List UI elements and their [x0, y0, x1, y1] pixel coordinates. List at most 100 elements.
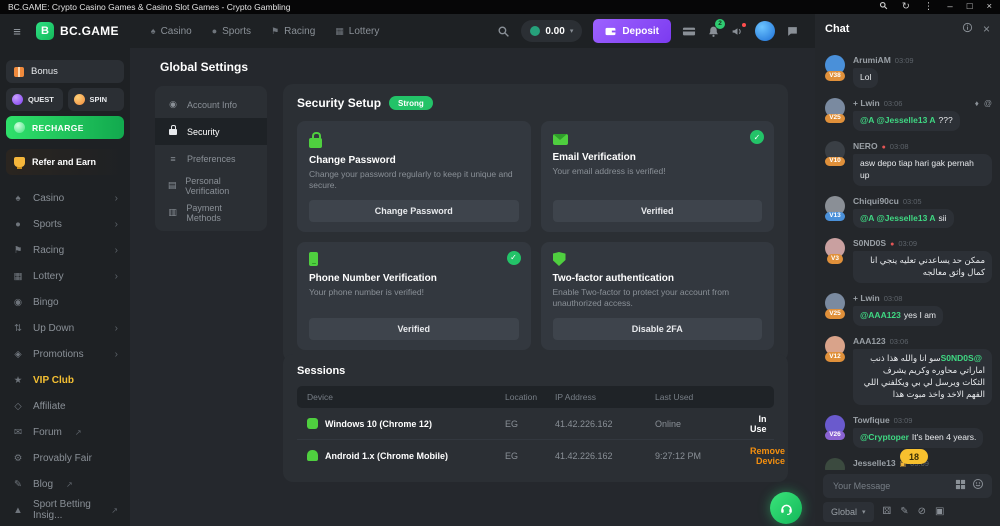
header-nav-item[interactable]: ▦ Lottery [335, 26, 379, 37]
spin-button[interactable]: SPIN [68, 88, 125, 111]
settings-item-icon: ▥ [167, 207, 178, 218]
chat-username[interactable]: + Lwin [853, 293, 880, 303]
chat-username[interactable]: + Lwin [853, 98, 880, 108]
message-hover-actions[interactable]: ♦ @ [975, 99, 992, 108]
sidebar-item-label: Racing [33, 245, 64, 256]
sidebar-item[interactable]: ✎ Blog ↗ [6, 471, 124, 497]
bonus-button[interactable]: Bonus [6, 60, 124, 83]
mention-link[interactable]: @A @Jesselle13 A [860, 213, 936, 223]
support-headset-button[interactable] [770, 492, 802, 524]
spin-icon [74, 94, 85, 105]
chat-message-input[interactable] [831, 480, 949, 492]
chat-username[interactable]: AAA123 [853, 336, 886, 346]
minimize-button[interactable]: – [947, 2, 952, 12]
session-action-link[interactable]: In Use [750, 414, 767, 434]
chat-username[interactable]: S0ND0S [853, 238, 886, 248]
page-search-icon[interactable] [879, 1, 888, 13]
settings-menu-item[interactable]: Security [155, 118, 267, 145]
chat-room-label: Global [831, 507, 857, 517]
chat-bubble: @S0ND0Sسو انا والله هذا ذنب اماراتي محاو… [853, 349, 992, 405]
trophy-icon [14, 157, 25, 167]
sidebar-item[interactable]: ♠ Casino › [6, 185, 124, 211]
sidebar-item[interactable]: ⇅ Up Down › [6, 315, 124, 341]
chat-toggle-icon[interactable] [786, 25, 799, 38]
unread-messages-badge[interactable]: 18 [900, 449, 928, 464]
chat-info-icon[interactable] [962, 20, 973, 38]
sidebar-item[interactable]: ▦ Lottery › [6, 263, 124, 289]
security-card-button[interactable]: Verified [309, 318, 519, 340]
chat-text: ??? [939, 115, 953, 125]
settings-menu-item[interactable]: ◉ Account Info [155, 91, 267, 118]
left-sidebar: Bonus QUEST SPIN RECHARGE Refer and Earn… [0, 48, 130, 526]
sidebar-item[interactable]: ◇ Affiliate [6, 393, 124, 419]
session-action-link[interactable]: Remove Device [750, 446, 785, 466]
chat-username[interactable]: NERO [853, 141, 878, 151]
user-avatar[interactable] [755, 21, 775, 41]
sidebar-item[interactable]: ◉ Bingo [6, 289, 124, 315]
security-card-description: Change your password regularly to keep i… [309, 169, 519, 192]
settings-item-icon: ≡ [167, 154, 179, 164]
settings-menu-item[interactable]: ▤ Personal Verification [155, 172, 267, 199]
chat-username[interactable]: Towfique [853, 415, 890, 425]
security-card-icon [309, 252, 318, 266]
mention-icon[interactable]: @ [984, 99, 992, 108]
refer-and-earn-button[interactable]: Refer and Earn [6, 149, 124, 175]
notifications-bell-icon[interactable]: 2 [707, 25, 720, 38]
wallet-nav-icon[interactable] [682, 26, 696, 37]
gif-grid-icon[interactable] [955, 477, 966, 495]
emoji-smiley-icon[interactable] [972, 477, 984, 495]
chat-close-icon[interactable]: × [983, 23, 990, 35]
sidebar-item[interactable]: ◈ Promotions › [6, 341, 124, 367]
sidebar-item[interactable]: ⚑ Racing › [6, 237, 124, 263]
header-nav-item[interactable]: ♠ Casino [151, 26, 192, 37]
sidebar-item[interactable]: ⚙ Provably Fair [6, 445, 124, 471]
refresh-icon[interactable]: ↻ [902, 2, 910, 12]
settings-menu-item[interactable]: ≡ Preferences [155, 145, 267, 172]
settings-menu-item[interactable]: ▥ Payment Methods [155, 199, 267, 226]
maximize-button[interactable]: □ [967, 2, 973, 12]
header-nav-item[interactable]: ⚑ Racing [271, 26, 315, 37]
dice-icon[interactable]: ⚄ [883, 507, 892, 517]
security-card-button[interactable]: Verified [553, 200, 763, 222]
recharge-button[interactable]: RECHARGE [6, 116, 124, 139]
sidebar-item[interactable]: ▲ Sport Betting Insig... ↗ [6, 497, 124, 523]
mention-link[interactable]: @AAA123 [860, 310, 901, 320]
tip-icon[interactable]: ♦ [975, 99, 979, 108]
security-card-button[interactable]: Disable 2FA [553, 318, 763, 340]
quest-icon [12, 94, 23, 105]
header-nav-item[interactable]: ● Sports [212, 26, 251, 37]
kebab-menu-icon[interactable]: ⋮ [924, 2, 934, 12]
settings-item-label: Security [187, 127, 220, 137]
balance-selector[interactable]: 0.00 ▾ [521, 20, 582, 42]
search-icon[interactable] [497, 25, 510, 38]
bc-game-app: BC.GAME: Crypto Casino Games & Casino Sl… [0, 0, 1000, 526]
sidebar-item-icon: ⇅ [12, 323, 24, 334]
chat-avatar[interactable] [825, 458, 845, 470]
mention-link[interactable]: @A @Jesselle13 A [860, 115, 936, 125]
hamburger-menu-icon[interactable]: ≡ [8, 24, 26, 39]
brand-logo[interactable]: B BC.GAME [36, 22, 119, 40]
quest-button[interactable]: QUEST [6, 88, 63, 111]
deposit-button[interactable]: Deposit [593, 19, 671, 43]
pencil-icon[interactable]: ✎ [900, 507, 908, 517]
security-card: ✓ Email Verification Your email address … [541, 121, 775, 232]
security-card-button[interactable]: Change Password [309, 200, 519, 222]
sidebar-item[interactable]: ✉ Forum ↗ [6, 419, 124, 445]
mention-link[interactable]: @Cryptoper [860, 432, 909, 442]
promotions-speaker-icon[interactable] [731, 25, 744, 38]
sidebar-item[interactable]: ★ VIP Club [6, 367, 124, 393]
column-location: Location [505, 392, 555, 402]
sidebar-item[interactable]: ● Sports › [6, 211, 124, 237]
gift-icon[interactable]: ▣ [935, 507, 944, 517]
sidebar-item-icon: ★ [12, 375, 24, 386]
mention-link[interactable]: @S0ND0S [941, 353, 982, 363]
chat-rules-icon[interactable]: ⊘ [918, 507, 926, 517]
balance-value: 0.00 [545, 26, 564, 37]
chat-username[interactable]: ArumiAM [853, 55, 891, 65]
chat-username[interactable]: Chiqui90cu [853, 196, 899, 206]
chat-username[interactable]: Jesselle13 [853, 458, 896, 468]
window-title: BC.GAME: Crypto Casino Games & Casino Sl… [8, 2, 290, 12]
chat-room-selector[interactable]: Global ▾ [823, 502, 874, 522]
gift-icon [14, 67, 24, 77]
close-window-button[interactable]: × [986, 2, 992, 12]
